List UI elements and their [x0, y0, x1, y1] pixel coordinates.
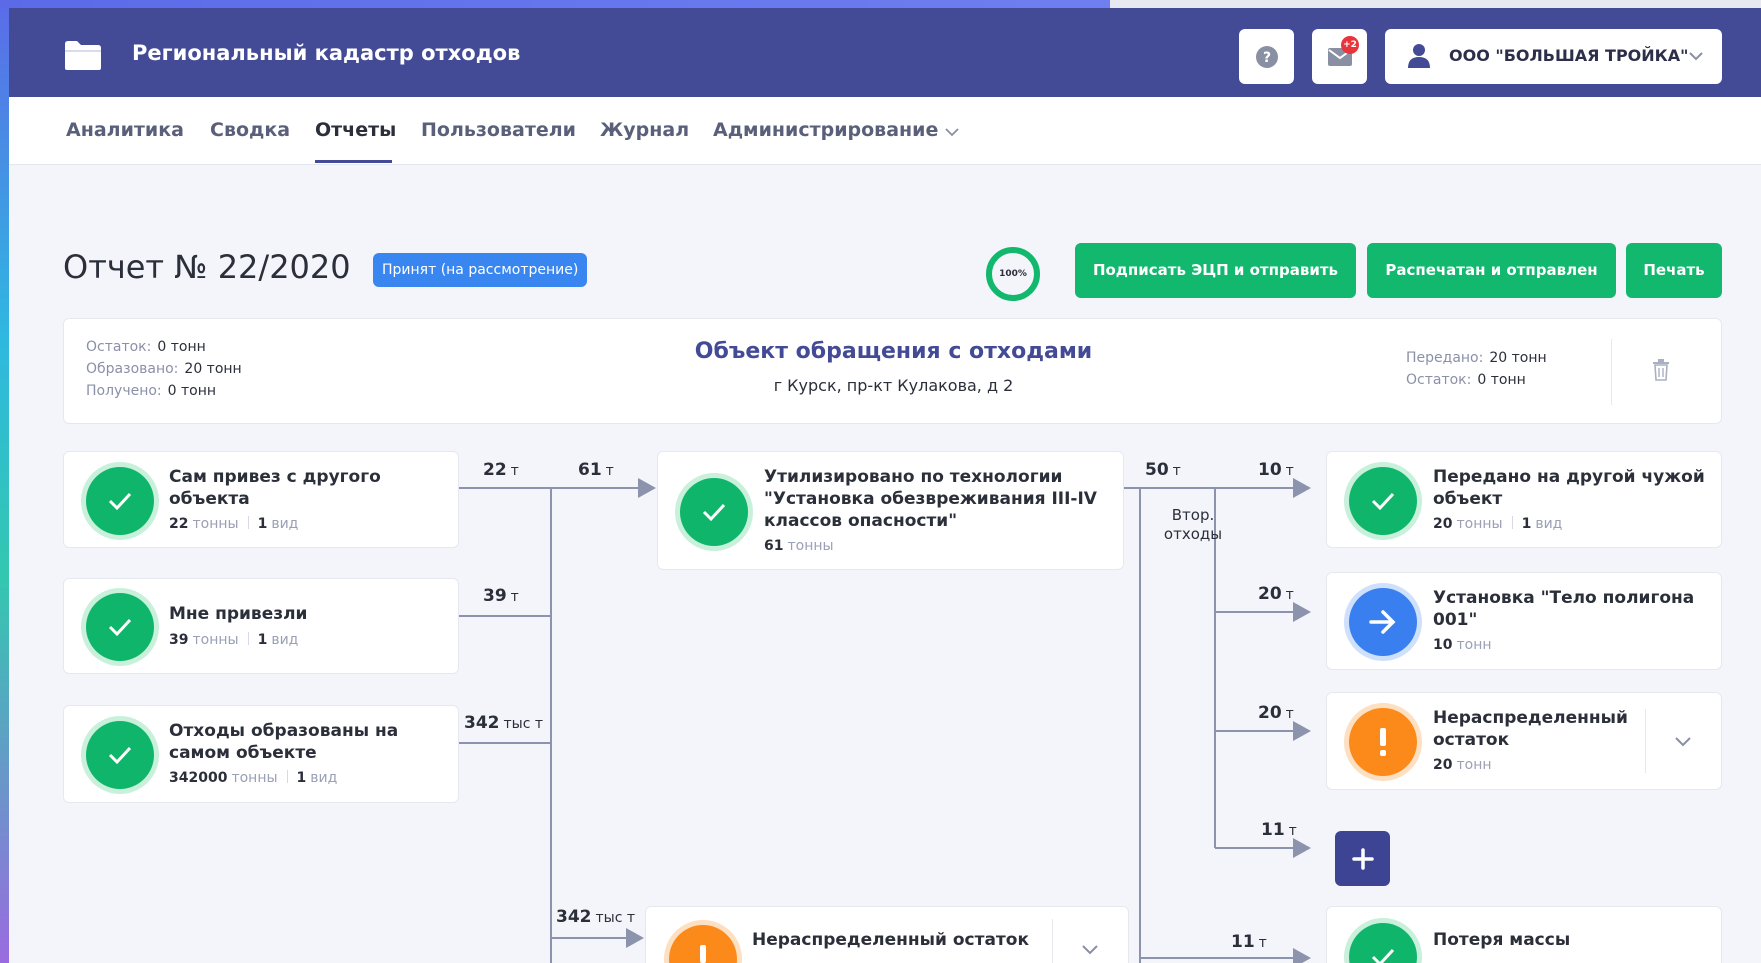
card-meta: 22 тонны 1 вид	[169, 516, 299, 532]
check-icon	[86, 721, 154, 789]
unallocated-remainder-card[interactable]: Нераспределенный остаток	[645, 906, 1129, 963]
flow-label: 11 т	[1261, 820, 1297, 840]
card-title: Сам привез с другого объекта	[169, 467, 381, 509]
flow-label: 342 тыс т	[556, 907, 636, 927]
output-card-landfill[interactable]: Установка "Тело полигона 001" 10 тонн	[1326, 572, 1722, 670]
card-title: Передано на другой чужой объект	[1433, 467, 1705, 509]
flow-label: 20 т	[1258, 703, 1294, 723]
card-title: Мне привезли	[169, 604, 308, 624]
card-title: Утилизировано по технологии "Установка о…	[764, 467, 1097, 531]
card-meta: 10 тонн	[1433, 637, 1492, 653]
card-title: Установка "Тело полигона 001"	[1433, 588, 1695, 630]
card-title: Потеря массы	[1433, 930, 1571, 950]
chevron-down-icon[interactable]	[1674, 735, 1692, 749]
warning-icon	[1349, 708, 1417, 776]
card-meta: 20 тонн	[1433, 757, 1492, 773]
check-icon	[1349, 923, 1417, 963]
flow-label: 22 т	[483, 460, 519, 480]
card-title: Нераспределенный остаток	[752, 930, 1030, 950]
card-meta: 342000 тонны 1 вид	[169, 770, 338, 786]
plus-icon	[1351, 847, 1374, 870]
card-title: Нераспределенный остаток	[1433, 708, 1628, 750]
check-icon	[86, 593, 154, 661]
card-title: Отходы образованы на самом объекте	[169, 721, 399, 763]
input-card-generated-on-site[interactable]: Отходы образованы на самом объекте 34200…	[63, 705, 459, 803]
utilized-card[interactable]: Утилизировано по технологии "Установка о…	[657, 451, 1124, 570]
flow-label: 50 т	[1145, 460, 1181, 480]
flow-label: 39 т	[483, 586, 519, 606]
card-meta: 39 тонны 1 вид	[169, 632, 299, 648]
flow-label: 10 т	[1258, 460, 1294, 480]
flow-label: 11 т	[1231, 932, 1267, 952]
secondary-waste-label: Втор. отходы	[1163, 506, 1223, 543]
flow-label: 61 т	[578, 460, 614, 480]
check-icon	[86, 467, 154, 535]
check-icon	[1349, 467, 1417, 535]
output-card-unallocated[interactable]: Нераспределенный остаток 20 тонн	[1326, 692, 1722, 790]
input-card-self-brought[interactable]: Сам привез с другого объекта 22 тонны 1 вид	[63, 451, 459, 548]
flow-label: 20 т	[1258, 584, 1294, 604]
output-card-transferred-to-other[interactable]: Передано на другой чужой объект 20 тонны 1…	[1326, 451, 1722, 548]
card-meta: 61 тонны	[764, 538, 834, 554]
check-icon	[680, 478, 748, 546]
input-card-brought-to-me[interactable]: Мне привезли 39 тонны 1 вид	[63, 578, 459, 674]
chevron-down-icon[interactable]	[1081, 943, 1099, 957]
flow-label: 342 тыс т	[464, 713, 544, 733]
output-card-mass-loss[interactable]: Потеря массы	[1326, 906, 1722, 963]
warning-icon	[669, 925, 737, 963]
card-meta: 20 тонны 1 вид	[1433, 516, 1563, 532]
arrow-right-icon	[1349, 588, 1417, 656]
add-output-button[interactable]	[1335, 831, 1390, 886]
